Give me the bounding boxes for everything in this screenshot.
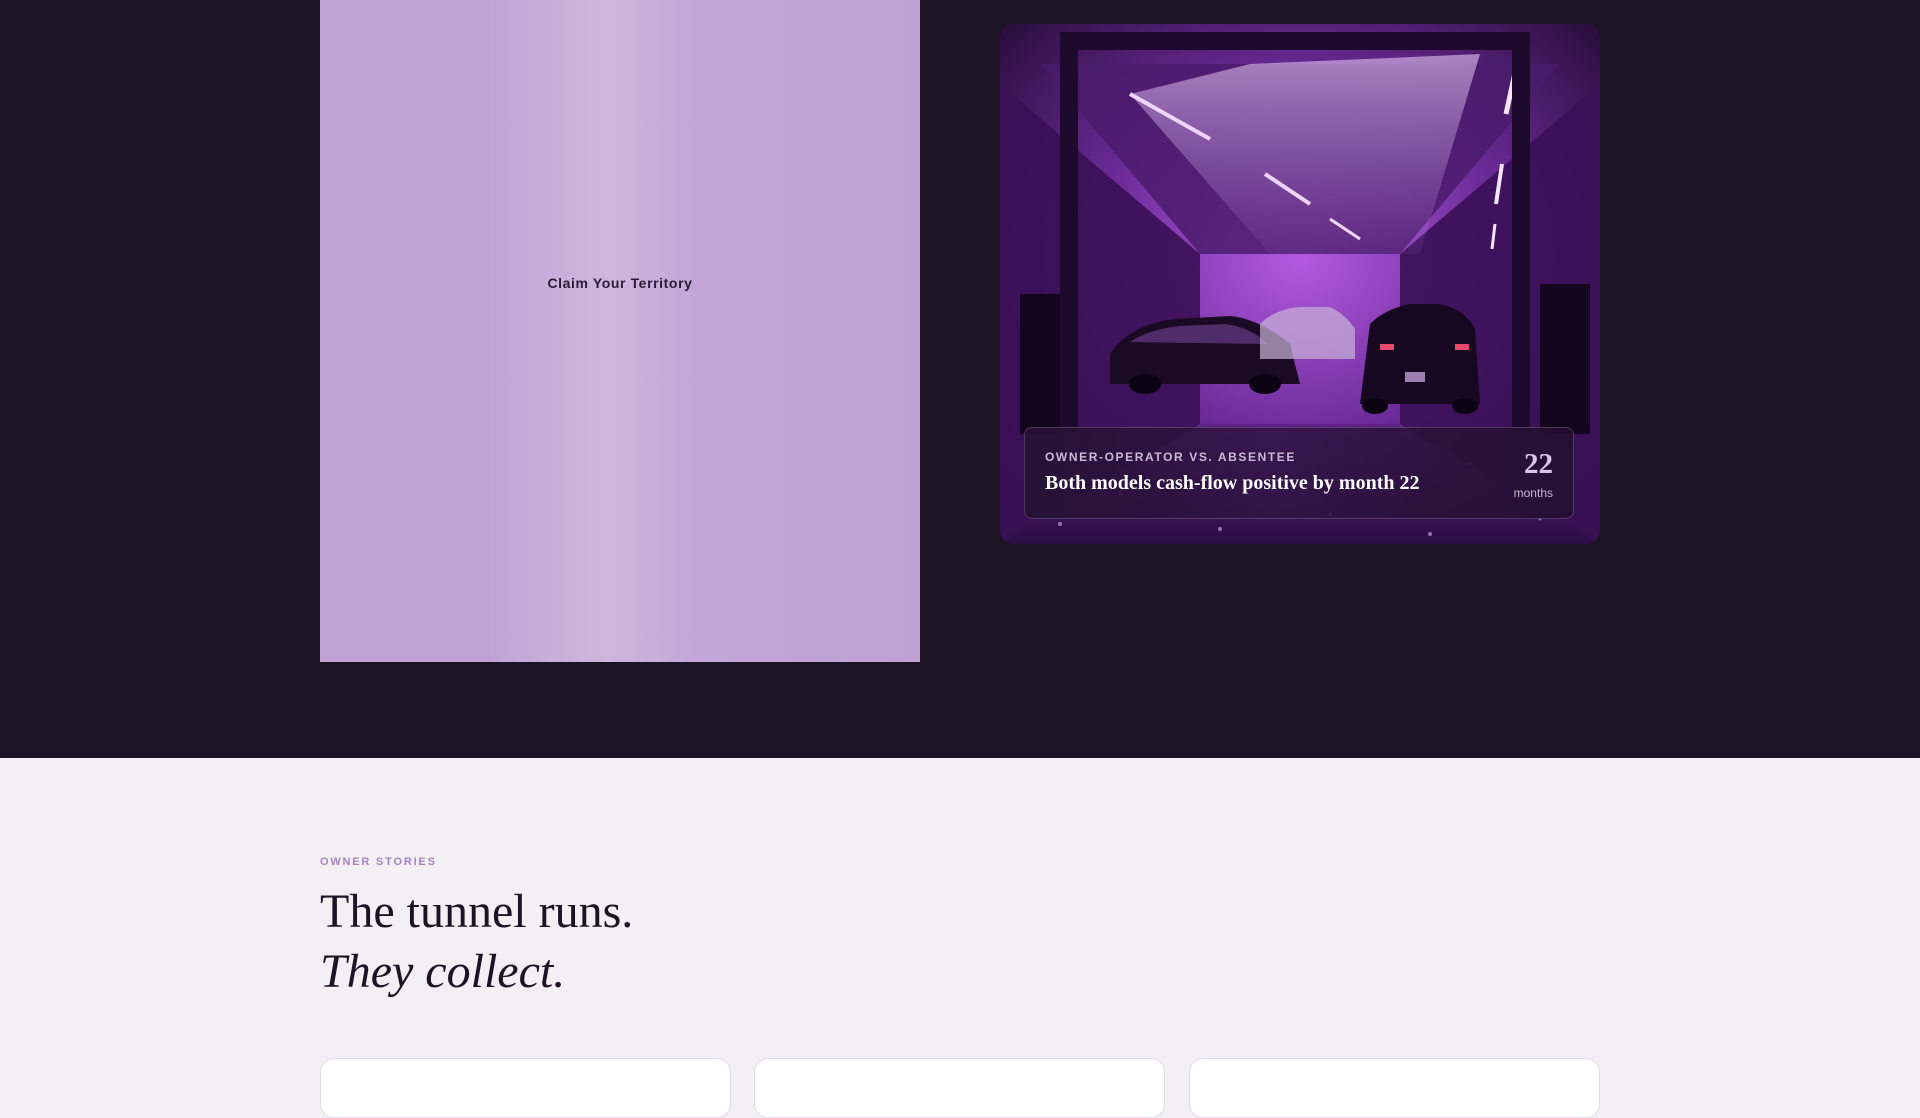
stat-eyebrow: OWNER-OPERATOR VS. ABSENTEE <box>1045 450 1296 464</box>
payback-stat-card: OWNER-OPERATOR VS. ABSENTEE Both models … <box>1024 427 1574 519</box>
stat-value: 22 <box>1524 448 1553 480</box>
stat-unit: months <box>1513 486 1553 500</box>
story-card[interactable] <box>320 1058 731 1118</box>
hero-section: Claim Your Territory OWNER-OPERATOR VS. … <box>0 0 1920 758</box>
claim-territory-button[interactable]: Claim Your Territory <box>320 275 920 291</box>
section-title-line-1: The tunnel runs. <box>320 885 634 938</box>
claim-territory-panel[interactable]: Claim Your Territory <box>320 0 920 662</box>
story-card[interactable] <box>754 1058 1165 1118</box>
car-wash-photo-card: OWNER-OPERATOR VS. ABSENTEE Both models … <box>1000 24 1600 544</box>
section-title-line-2: They collect. <box>320 945 566 998</box>
stat-headline: Both models cash-flow positive by month … <box>1045 472 1420 494</box>
story-card[interactable] <box>1189 1058 1600 1118</box>
section-kicker: OWNER STORIES <box>320 856 437 868</box>
